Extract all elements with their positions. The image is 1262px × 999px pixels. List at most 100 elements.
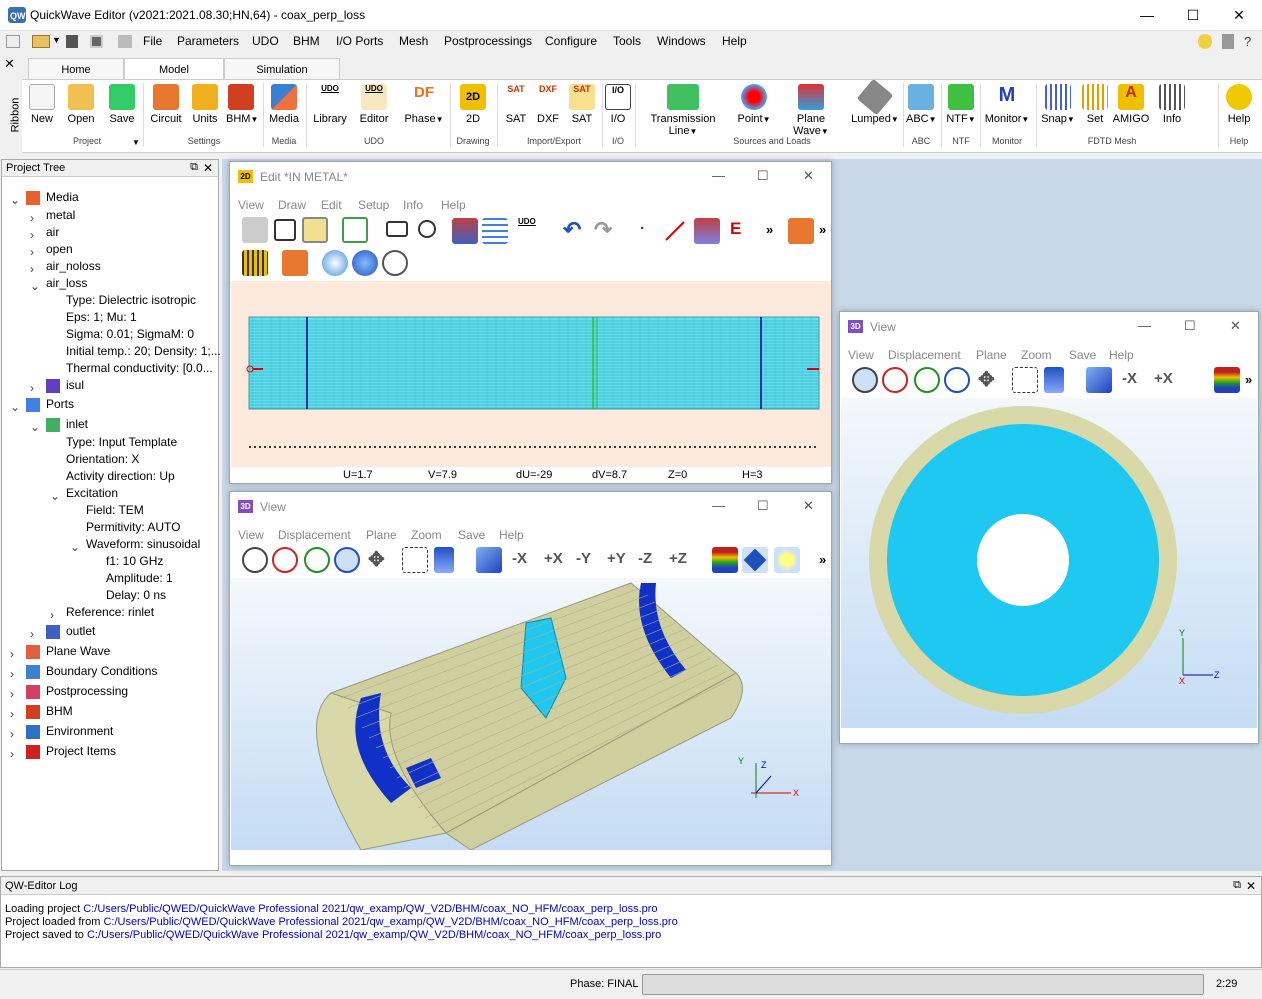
intersect-icon[interactable]: [352, 250, 378, 276]
view-menu-help[interactable]: Help: [499, 528, 524, 542]
tree-item-ports[interactable]: Ports: [46, 397, 74, 411]
tree-item-postprocessing[interactable]: Postprocessing: [46, 684, 128, 698]
undo-icon[interactable]: ↶: [563, 217, 581, 243]
tab-simulation[interactable]: Simulation: [224, 58, 340, 80]
view-right-canvas[interactable]: Y Z X: [841, 398, 1257, 728]
new-button[interactable]: New: [28, 84, 56, 125]
circuit-button[interactable]: Circuit: [148, 84, 184, 125]
amigo-button[interactable]: A AMIGO: [1112, 84, 1150, 125]
overflow-icon[interactable]: »: [1245, 372, 1252, 387]
tree-icon[interactable]: [1044, 367, 1064, 393]
tree-item-media[interactable]: Media: [46, 190, 79, 204]
float-icon[interactable]: ⧉: [1233, 879, 1241, 892]
tree-item-reference[interactable]: Reference: rinlet: [66, 605, 154, 619]
solid-icon[interactable]: [742, 547, 768, 573]
circle-icon[interactable]: [418, 220, 436, 238]
close-button[interactable]: ✕: [803, 498, 814, 514]
expand-icon[interactable]: ›: [30, 381, 34, 395]
edit-menu-info[interactable]: Info: [403, 198, 423, 212]
minimize-button[interactable]: —: [1138, 318, 1151, 333]
units-button[interactable]: Units: [190, 84, 220, 125]
expand-icon[interactable]: ›: [10, 747, 14, 761]
subtract-icon[interactable]: [382, 250, 408, 276]
tree-item-metal[interactable]: metal: [46, 208, 75, 222]
info-button[interactable]: Info: [1158, 84, 1186, 125]
expand-icon[interactable]: ›: [30, 245, 34, 259]
rotate-z-icon[interactable]: [334, 547, 360, 573]
transmission-line-button[interactable]: Transmission Line▼: [638, 84, 728, 137]
import-dxf-button[interactable]: DXF DXF: [534, 84, 562, 125]
plane-wave-button[interactable]: Plane Wave▼: [778, 84, 844, 137]
cube-icon[interactable]: [476, 547, 502, 573]
close-panel-icon[interactable]: ✕: [203, 161, 213, 175]
expand-icon[interactable]: ›: [10, 667, 14, 681]
view-plus-y-button[interactable]: +Y: [607, 550, 626, 567]
edit-menu-draw[interactable]: Draw: [278, 198, 306, 212]
save-icon[interactable]: [66, 35, 78, 48]
edit-menu-help[interactable]: Help: [441, 198, 466, 212]
print-icon[interactable]: [118, 35, 132, 48]
tree-item-activity[interactable]: Activity direction: Up: [66, 469, 175, 483]
lumped-button[interactable]: Lumped▼: [850, 78, 900, 125]
colormap-icon[interactable]: [712, 547, 738, 573]
view-right-menu-plane[interactable]: Plane: [976, 348, 1007, 362]
view-menu-displacement[interactable]: Displacement: [278, 528, 351, 542]
abc-button[interactable]: ABC▼: [906, 84, 937, 125]
view-right-menu-help[interactable]: Help: [1109, 348, 1134, 362]
zoom-box-icon[interactable]: [402, 547, 428, 573]
view-right-menu-view[interactable]: View: [848, 348, 874, 362]
tree-item-plane-wave[interactable]: Plane Wave: [46, 644, 110, 658]
tree-item-air-loss[interactable]: air_loss: [46, 276, 87, 290]
menu-configure[interactable]: Configure: [545, 34, 597, 48]
union-icon[interactable]: [322, 250, 348, 276]
edit-canvas[interactable]: [231, 281, 831, 467]
expand-icon[interactable]: ⌄: [30, 279, 40, 293]
view-menu-plane[interactable]: Plane: [366, 528, 397, 542]
rotate-z-icon[interactable]: [944, 367, 970, 393]
snap-button[interactable]: Snap▼: [1040, 84, 1076, 125]
overflow-icon[interactable]: »: [819, 222, 826, 237]
zoom-box-icon[interactable]: [1012, 367, 1038, 393]
menu-mesh[interactable]: Mesh: [399, 34, 428, 48]
tree-item-environment[interactable]: Environment: [46, 724, 113, 738]
rotate-y-icon[interactable]: [914, 367, 940, 393]
tree-item-isul[interactable]: isul: [66, 378, 84, 392]
view-menu-view[interactable]: View: [238, 528, 264, 542]
menu-bhm[interactable]: BHM: [293, 34, 320, 48]
move-icon[interactable]: ✥: [978, 367, 995, 392]
view-3d-canvas[interactable]: X Y Z: [231, 578, 831, 851]
open-button[interactable]: Open: [64, 84, 98, 125]
close-panel-icon[interactable]: ✕: [1246, 879, 1256, 893]
media-button[interactable]: Media: [267, 84, 301, 125]
set-button[interactable]: Set: [1080, 84, 1110, 125]
fit-icon[interactable]: [274, 219, 296, 241]
overflow-icon[interactable]: »: [766, 222, 773, 237]
close-button[interactable]: ✕: [1216, 0, 1262, 31]
minimize-button[interactable]: —: [712, 168, 725, 183]
tree-item-air-noloss[interactable]: air_noloss: [46, 259, 101, 273]
tree-item-field[interactable]: Field: TEM: [86, 503, 144, 517]
io-button[interactable]: I/O I/O: [605, 84, 631, 125]
save-button[interactable]: Save: [106, 84, 138, 125]
tree-item-port-type[interactable]: Type: Input Template: [66, 435, 177, 449]
log-path[interactable]: C:/Users/Public/QWED/QuickWave Professio…: [87, 929, 661, 941]
library-button[interactable]: UDO Library: [310, 84, 350, 125]
close-button[interactable]: ✕: [803, 168, 814, 184]
point-icon[interactable]: ·: [640, 220, 645, 237]
menu-postprocessings[interactable]: Postprocessings: [444, 34, 532, 48]
menu-io-ports[interactable]: I/O Ports: [336, 34, 383, 48]
menu-tools[interactable]: Tools: [613, 34, 641, 48]
expand-icon[interactable]: ›: [10, 687, 14, 701]
view-minus-y-button[interactable]: -Y: [576, 550, 591, 567]
rectangle-icon[interactable]: [386, 221, 408, 237]
menu-help[interactable]: Help: [722, 34, 747, 48]
save-all-icon[interactable]: [90, 35, 103, 48]
group-expand-icon[interactable]: ▼: [132, 138, 140, 147]
colormap-icon[interactable]: [1214, 367, 1240, 393]
tree-item-permitivity[interactable]: Permitivity: AUTO: [86, 520, 180, 534]
monitor-button[interactable]: M Monitor▼: [984, 84, 1030, 125]
view-menu-save[interactable]: Save: [458, 528, 485, 542]
tree-item-outlet[interactable]: outlet: [66, 624, 95, 638]
expand-icon[interactable]: ⌄: [10, 400, 20, 414]
close-button[interactable]: ✕: [1230, 318, 1241, 334]
